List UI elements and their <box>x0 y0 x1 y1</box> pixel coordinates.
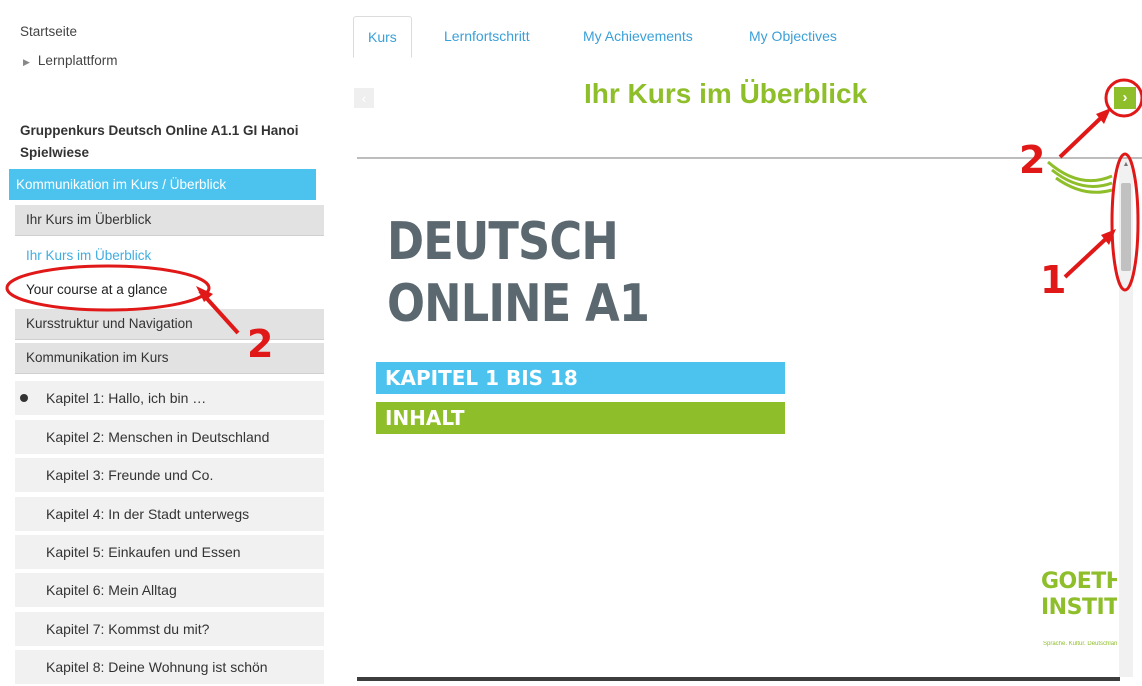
chapter-item-5[interactable]: Kapitel 5: Einkaufen und Essen <box>15 535 324 571</box>
chapter-item-4[interactable]: Kapitel 4: In der Stadt unterwegs <box>15 497 324 533</box>
chapter-item-3[interactable]: Kapitel 3: Freunde und Co. <box>15 458 324 494</box>
scroll-up-icon[interactable]: ▲ <box>1119 161 1133 171</box>
current-dot-icon <box>20 394 28 402</box>
breadcrumb-lernplattform[interactable]: ▶ Lernplattform <box>23 53 117 68</box>
slide-bottom-bar <box>357 677 1120 681</box>
tab-kurs[interactable]: Kurs <box>353 16 412 58</box>
goethe-logo-line1: GOETH <box>1041 569 1117 594</box>
goethe-logo-tagline: Sprache. Kultur. Deutschland. <box>1043 641 1117 647</box>
annotation-arrow-next <box>1058 111 1108 159</box>
chapter-item-1[interactable]: Kapitel 1: Hallo, ich bin … <box>15 381 324 417</box>
goethe-logo-line2: INSTIT <box>1041 595 1117 620</box>
sidebar-item-course-glance[interactable]: Your course at a glance <box>26 280 167 300</box>
content-band: INHALT <box>376 402 785 434</box>
scrollbar-thumb[interactable] <box>1121 183 1131 271</box>
tab-my-achievements[interactable]: My Achievements <box>583 16 693 58</box>
slide-heading: Ihr Kurs im Überblick <box>584 78 868 109</box>
tab-lernfortschritt[interactable]: Lernfortschritt <box>444 16 530 58</box>
chapter-item-7[interactable]: Kapitel 7: Kommst du mit? <box>15 612 324 648</box>
chapter-range-band: KAPITEL 1 BIS 18 <box>376 362 785 394</box>
next-slide-button[interactable]: › <box>1114 87 1136 109</box>
course-title: Gruppenkurs Deutsch Online A1.1 GI Hanoi… <box>20 123 299 160</box>
sidebar-item-communication[interactable]: Kommunikation im Kurs <box>15 343 324 374</box>
slide-title-line1: DEUTSCH <box>387 212 619 272</box>
slide-title-line2: ONLINE A1 <box>387 274 650 334</box>
prev-slide-button[interactable]: ‹ <box>354 88 374 108</box>
tab-my-objectives[interactable]: My Objectives <box>749 16 837 58</box>
annotation-label-1-scrollbar: 1 <box>1040 258 1067 302</box>
caret-right-icon: ▶ <box>23 57 30 67</box>
annotation-arrowhead-next <box>1096 108 1111 124</box>
breadcrumb-sub-label: Lernplattform <box>37 53 118 68</box>
sidebar-section-active[interactable]: Kommunikation im Kurs / Überblick <box>9 169 316 200</box>
sidebar-item-overview[interactable]: Ihr Kurs im Überblick <box>15 205 324 236</box>
annotation-label-2-sidebar: 2 <box>247 322 274 366</box>
chapter-item-6[interactable]: Kapitel 6: Mein Alltag <box>15 573 324 609</box>
breadcrumb-home[interactable]: Startseite <box>20 24 77 39</box>
sidebar-item-structure[interactable]: Kursstruktur und Navigation <box>15 309 324 340</box>
chapter-item-2[interactable]: Kapitel 2: Menschen in Deutschland <box>15 420 324 456</box>
sidebar-link-overview[interactable]: Ihr Kurs im Überblick <box>26 246 151 266</box>
slide-scrollbar[interactable]: ▲ <box>1119 159 1133 677</box>
annotation-label-2-next: 2 <box>1019 138 1046 182</box>
chapter-label: Kapitel 1: Hallo, ich bin … <box>46 390 207 406</box>
